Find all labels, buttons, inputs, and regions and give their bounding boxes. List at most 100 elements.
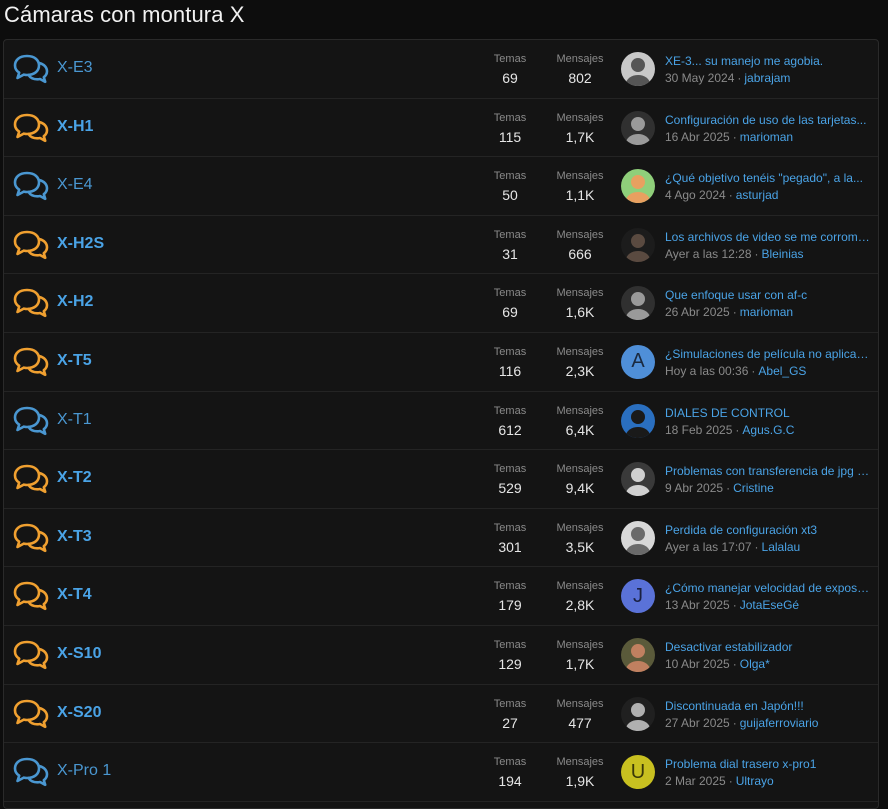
latest-date[interactable]: 18 Feb 2025 bbox=[665, 423, 732, 437]
latest-thread-link[interactable]: ¿Cómo manejar velocidad de exposición... bbox=[665, 580, 871, 596]
latest-username[interactable]: Bleinias bbox=[762, 247, 804, 261]
forum-chat-bubbles-icon[interactable] bbox=[13, 112, 49, 144]
forum-chat-bubbles-icon[interactable] bbox=[13, 698, 49, 730]
avatar-photo[interactable] bbox=[621, 169, 655, 204]
latest-thread-link[interactable]: Configuración de uso de las tarjetas... bbox=[665, 112, 871, 128]
forum-title-link[interactable]: X-H2S bbox=[57, 235, 104, 253]
avatar-photo[interactable] bbox=[621, 696, 655, 731]
forum-title-link[interactable]: X-H2 bbox=[57, 293, 93, 311]
forum-chat-bubbles-icon[interactable] bbox=[13, 287, 49, 319]
messages-stat: Mensajes 3,5K bbox=[552, 521, 608, 557]
avatar-letter[interactable]: U bbox=[621, 755, 655, 790]
latest-thread-link[interactable]: ¿Simulaciones de película no aplicadas..… bbox=[665, 346, 871, 362]
latest-thread-link[interactable]: ¿Qué objetivo tenéis "pegado", a la... bbox=[665, 170, 871, 186]
latest-meta: 2 Mar 2025 · Ultrayo bbox=[665, 772, 871, 790]
latest-date[interactable]: 27 Abr 2025 bbox=[665, 716, 730, 730]
latest-meta: 13 Abr 2025 · JotaEseGé bbox=[665, 596, 871, 614]
latest-thread-link[interactable]: Desactivar estabilizador bbox=[665, 639, 871, 655]
forum-title-link[interactable]: X-S20 bbox=[57, 704, 101, 722]
threads-label: Temas bbox=[493, 756, 527, 769]
forum-chat-bubbles-icon[interactable] bbox=[13, 170, 49, 202]
threads-label: Temas bbox=[493, 580, 527, 593]
latest-post: Problemas con transferencia de jpg a... … bbox=[665, 463, 871, 497]
latest-date[interactable]: 30 May 2024 bbox=[665, 71, 734, 85]
forum-title-link[interactable]: X-E4 bbox=[57, 176, 93, 194]
forum-chat-bubbles-icon[interactable] bbox=[13, 639, 49, 671]
latest-username[interactable]: Abel_GS bbox=[758, 364, 806, 378]
meta-separator: · bbox=[732, 598, 737, 613]
avatar-photo[interactable] bbox=[621, 52, 655, 86]
latest-username[interactable]: Olga* bbox=[740, 657, 770, 671]
threads-stat: Temas 69 bbox=[482, 52, 538, 88]
messages-stat: Mensajes 1,7K bbox=[552, 638, 608, 674]
forum-chat-bubbles-icon[interactable] bbox=[13, 463, 49, 495]
avatar-letter[interactable]: J bbox=[621, 579, 655, 614]
latest-thread-link[interactable]: Perdida de configuración xt3 bbox=[665, 522, 871, 538]
avatar-photo[interactable] bbox=[621, 286, 655, 321]
forum-chat-bubbles-icon[interactable] bbox=[13, 756, 49, 788]
latest-date[interactable]: 9 Abr 2025 bbox=[665, 481, 723, 495]
threads-stat: Temas 115 bbox=[482, 111, 538, 147]
forum-chat-bubbles-icon[interactable] bbox=[13, 229, 49, 261]
forum-row-x-e4: X-E4 Temas 50 Mensajes 1,1K ¿Qué objetiv… bbox=[4, 157, 878, 216]
latest-username[interactable]: JotaEseGé bbox=[740, 598, 799, 612]
avatar-photo[interactable] bbox=[621, 403, 655, 438]
avatar-letter[interactable]: A bbox=[621, 344, 655, 379]
latest-username[interactable]: marioman bbox=[740, 130, 793, 144]
threads-label: Temas bbox=[493, 463, 527, 476]
forum-title-link[interactable]: X-T3 bbox=[57, 528, 92, 546]
latest-date[interactable]: Ayer a las 12:28 bbox=[665, 247, 752, 261]
messages-count: 1,1K bbox=[565, 187, 595, 204]
forum-chat-bubbles-icon[interactable] bbox=[13, 580, 49, 612]
messages-stat: Mensajes 2,8K bbox=[552, 579, 608, 615]
latest-thread-link[interactable]: XE-3... su manejo me agobia. bbox=[665, 53, 871, 69]
latest-username[interactable]: Lalalau bbox=[762, 540, 801, 554]
latest-username[interactable]: asturjad bbox=[736, 188, 779, 202]
latest-date[interactable]: Ayer a las 17:07 bbox=[665, 540, 752, 554]
latest-username[interactable]: Agus.G.C bbox=[742, 423, 794, 437]
latest-username[interactable]: guijaferroviario bbox=[740, 716, 819, 730]
latest-thread-link[interactable]: Discontinuada en Japón!!! bbox=[665, 698, 871, 714]
latest-date[interactable]: Hoy a las 00:36 bbox=[665, 364, 748, 378]
avatar-photo[interactable] bbox=[621, 520, 655, 555]
latest-thread-link[interactable]: Que enfoque usar con af-c bbox=[665, 287, 871, 303]
forum-title-link[interactable]: X-E3 bbox=[57, 59, 93, 77]
latest-username[interactable]: Ultrayo bbox=[736, 774, 774, 788]
forum-chat-bubbles-icon[interactable] bbox=[13, 405, 49, 437]
forum-chat-bubbles-icon[interactable] bbox=[13, 346, 49, 378]
threads-stat: Temas 129 bbox=[482, 638, 538, 674]
latest-date[interactable]: 10 Abr 2025 bbox=[665, 657, 730, 671]
latest-thread-link[interactable]: DIALES DE CONTROL bbox=[665, 405, 871, 421]
latest-date[interactable]: 2 Mar 2025 bbox=[665, 774, 726, 788]
latest-username[interactable]: marioman bbox=[740, 305, 793, 319]
latest-date[interactable]: 4 Ago 2024 bbox=[665, 188, 726, 202]
latest-username[interactable]: jabrajam bbox=[744, 71, 790, 85]
latest-username[interactable]: Cristine bbox=[733, 481, 774, 495]
forum-title-link[interactable]: X-S10 bbox=[57, 645, 101, 663]
forum-title-link[interactable]: X-T4 bbox=[57, 586, 92, 604]
avatar-photo[interactable] bbox=[621, 110, 655, 145]
latest-date[interactable]: 13 Abr 2025 bbox=[665, 598, 730, 612]
forum-title-link[interactable]: X-T5 bbox=[57, 352, 92, 370]
latest-thread-link[interactable]: Problema dial trasero x-pro1 bbox=[665, 756, 871, 772]
avatar-photo[interactable] bbox=[621, 462, 655, 497]
forum-title-link[interactable]: X-T1 bbox=[57, 411, 92, 429]
forum-title-link[interactable]: X-T2 bbox=[57, 469, 92, 487]
threads-stat: Temas 194 bbox=[482, 755, 538, 791]
latest-thread-link[interactable]: Problemas con transferencia de jpg a... bbox=[665, 463, 871, 479]
meta-separator: · bbox=[754, 539, 759, 554]
latest-post: Configuración de uso de las tarjetas... … bbox=[665, 112, 871, 146]
threads-count: 50 bbox=[502, 187, 518, 204]
forum-row-x-t3: X-T3 Temas 301 Mensajes 3,5K Perdida de … bbox=[4, 509, 878, 568]
avatar-photo[interactable] bbox=[621, 227, 655, 262]
threads-count: 529 bbox=[498, 480, 522, 497]
forum-title-link[interactable]: X-H1 bbox=[57, 118, 93, 136]
forum-chat-bubbles-icon[interactable] bbox=[13, 53, 49, 85]
latest-date[interactable]: 16 Abr 2025 bbox=[665, 130, 730, 144]
threads-label: Temas bbox=[493, 521, 527, 534]
latest-thread-link[interactable]: Los archivos de video se me corrompen... bbox=[665, 229, 871, 245]
avatar-photo[interactable] bbox=[621, 637, 655, 672]
forum-title-link[interactable]: X-Pro 1 bbox=[57, 762, 111, 780]
forum-chat-bubbles-icon[interactable] bbox=[13, 522, 49, 554]
latest-date[interactable]: 26 Abr 2025 bbox=[665, 305, 730, 319]
